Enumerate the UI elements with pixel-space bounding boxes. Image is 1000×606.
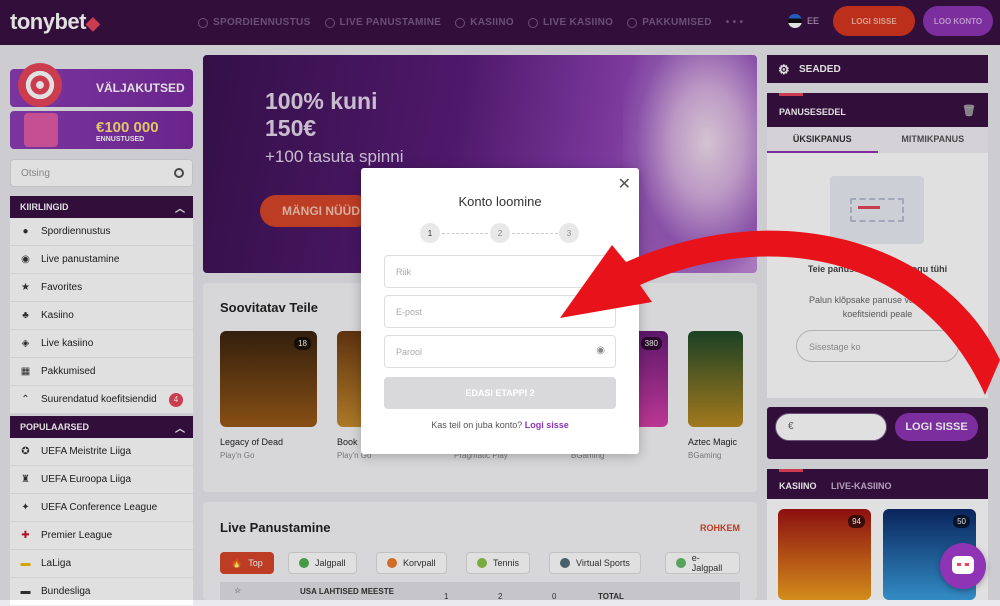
country-select[interactable]: Riik ⌄: [384, 255, 616, 288]
step-3: 3: [559, 223, 579, 243]
step-divider: [512, 233, 558, 234]
eye-icon[interactable]: ◉: [596, 345, 605, 356]
step-divider: [442, 233, 488, 234]
modal-footer: Kas teil on juba konto? Logi sisse: [431, 420, 569, 430]
registration-modal: ✕ Konto loomine 1 2 3 Riik ⌄ E-post Paro…: [361, 168, 639, 454]
modal-title: Konto loomine: [458, 194, 542, 209]
step-2: 2: [490, 223, 510, 243]
email-field[interactable]: E-post: [384, 295, 616, 328]
login-link[interactable]: Logi sisse: [525, 420, 569, 430]
next-step-button[interactable]: EDASI ETAPPI 2: [384, 377, 616, 409]
chat-button[interactable]: [940, 543, 986, 589]
close-icon[interactable]: ✕: [618, 174, 631, 194]
chevron-down-icon: ⌄: [596, 265, 605, 276]
password-field[interactable]: Parool ◉: [384, 335, 616, 368]
step-1: 1: [420, 223, 440, 243]
